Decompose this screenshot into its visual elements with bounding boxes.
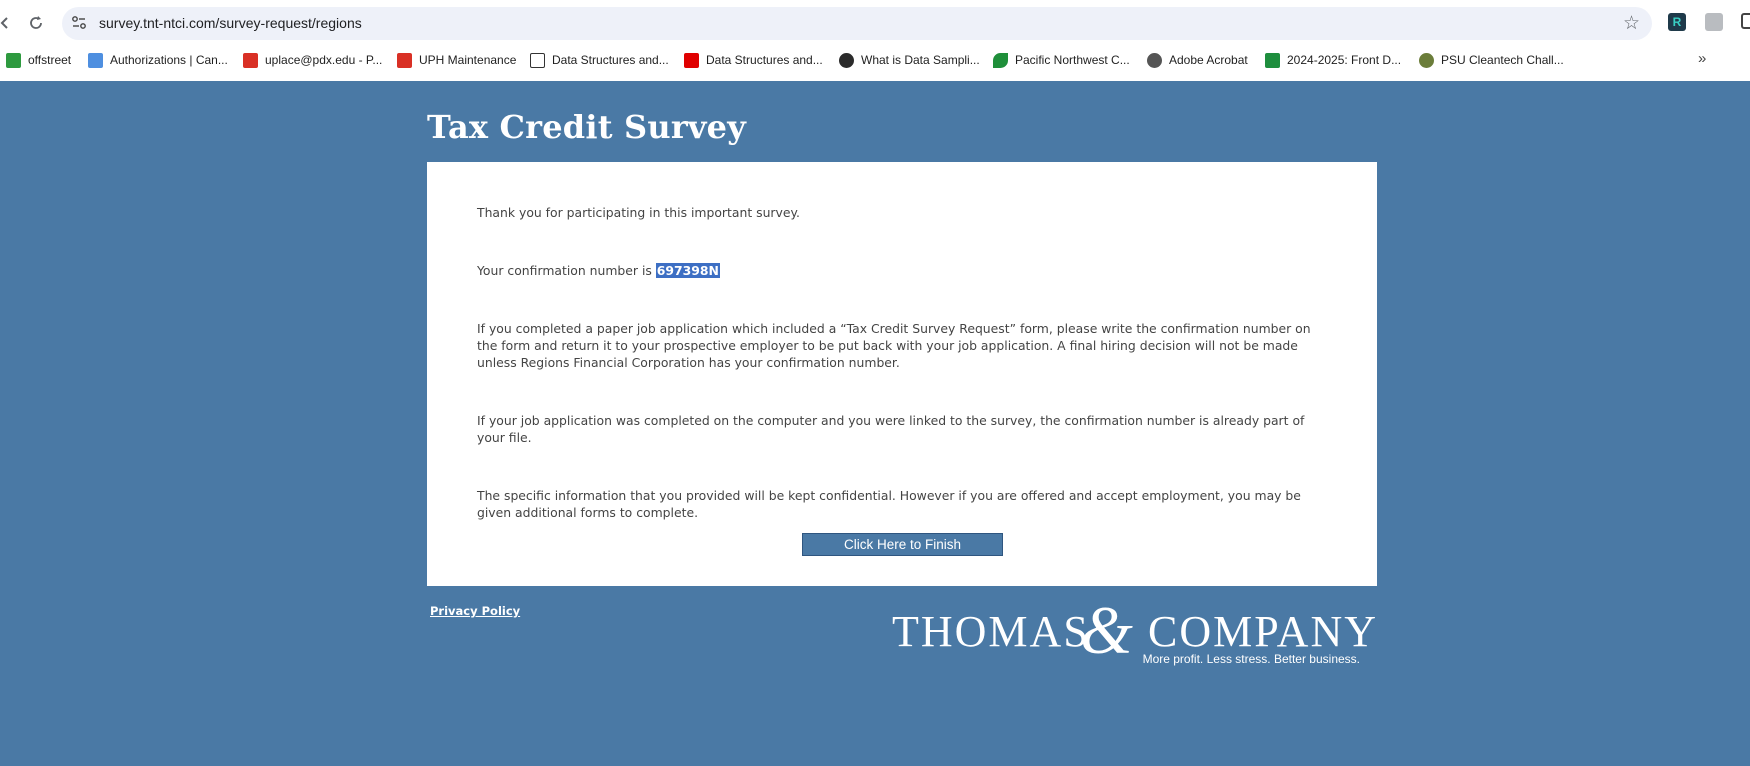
bookmark-label: 2024-2025: Front D... — [1287, 53, 1402, 67]
url-text[interactable]: survey.tnt-ntci.com/survey-request/regio… — [99, 15, 362, 31]
bookmark-label: Data Structures and... — [706, 53, 823, 67]
computer-application-instructions: If your job application was completed on… — [477, 413, 1305, 445]
thank-you-text: Thank you for participating in this impo… — [477, 205, 800, 220]
confirmation-label: Your confirmation number is — [477, 263, 656, 278]
bookmark-data-structures-1[interactable]: Data Structures and... — [530, 51, 669, 69]
back-icon[interactable] — [0, 10, 18, 36]
leaf-icon — [993, 52, 1008, 68]
reload-icon[interactable] — [23, 10, 49, 36]
bookmark-data-structures-youtube[interactable]: Data Structures and... — [684, 51, 823, 69]
extension-grey-icon[interactable] — [1705, 13, 1723, 31]
more-bookmarks-icon[interactable]: » — [1698, 50, 1706, 67]
bookmark-authorizations[interactable]: Authorizations | Can... — [88, 51, 228, 69]
logo-word-company: COMPANY — [1148, 607, 1379, 656]
extension-puzzle-icon[interactable] — [1741, 13, 1750, 29]
bookmark-pacific-northwest[interactable]: Pacific Northwest C... — [993, 51, 1130, 69]
bookmark-label: uplace@pdx.edu - P... — [265, 53, 383, 67]
bookmark-front-desk[interactable]: 2024-2025: Front D... — [1265, 51, 1401, 69]
browser-toolbar: survey.tnt-ntci.com/survey-request/regio… — [0, 0, 1750, 46]
wave-icon — [88, 52, 103, 68]
logo-tagline: More profit. Less stress. Better busines… — [1142, 652, 1360, 666]
thomas-company-logo: THOMAS & COMPANY More profit. Less stres… — [890, 596, 1380, 668]
chart-icon — [530, 52, 545, 68]
car-icon — [6, 52, 21, 68]
gmail-icon — [243, 52, 258, 68]
logo-ampersand: & — [1080, 592, 1133, 668]
bookmark-uph-maintenance[interactable]: UPH Maintenance — [397, 51, 516, 69]
browser-chrome: survey.tnt-ntci.com/survey-request/regio… — [0, 0, 1750, 81]
youtube-icon — [684, 52, 699, 68]
bookmark-star-icon[interactable]: ☆ — [1623, 12, 1640, 35]
bookmark-uplace-gmail[interactable]: uplace@pdx.edu - P... — [243, 51, 382, 69]
sheets-icon — [1265, 52, 1280, 68]
paper-application-instructions: If you completed a paper job application… — [477, 321, 1311, 370]
bookmark-label: UPH Maintenance — [419, 53, 517, 67]
page-title: Tax Credit Survey — [427, 108, 747, 146]
bookmark-label: Pacific Northwest C... — [1015, 53, 1130, 67]
bookmark-label: What is Data Sampli... — [861, 53, 980, 67]
globe-icon — [1147, 52, 1162, 68]
bookmark-psu-cleantech[interactable]: PSU Cleantech Chall... — [1419, 51, 1564, 69]
site-icon — [839, 52, 854, 68]
confirmation-number[interactable]: 697398N — [655, 263, 720, 278]
confirmation-line: Your confirmation number is 697398N — [477, 262, 1317, 279]
logo-word-thomas: THOMAS — [892, 607, 1090, 656]
bookmark-offstreet[interactable]: offstreet — [6, 51, 71, 69]
confidentiality-note: The specific information that you provid… — [477, 488, 1301, 520]
bookmark-label: Data Structures and... — [552, 53, 669, 67]
extension-r-icon[interactable]: R — [1668, 13, 1686, 31]
bookmark-adobe-acrobat[interactable]: Adobe Acrobat — [1147, 51, 1248, 69]
bookmark-label: PSU Cleantech Chall... — [1441, 53, 1564, 67]
finish-button[interactable]: Click Here to Finish — [802, 533, 1003, 556]
gmail-icon — [397, 52, 412, 68]
bookmark-label: offstreet — [28, 53, 72, 67]
address-bar[interactable]: survey.tnt-ntci.com/survey-request/regio… — [62, 7, 1652, 40]
bookmark-label: Adobe Acrobat — [1169, 53, 1248, 67]
bookmarks-bar: offstreet Authorizations | Can... uplace… — [0, 46, 1750, 74]
bookmark-label: Authorizations | Can... — [110, 53, 228, 67]
site-info-icon[interactable] — [70, 14, 88, 32]
privacy-policy-link[interactable]: Privacy Policy — [430, 604, 520, 618]
bookmark-data-sampling[interactable]: What is Data Sampli... — [839, 51, 980, 69]
gear-icon — [1419, 52, 1434, 68]
survey-card: Thank you for participating in this impo… — [427, 162, 1377, 586]
